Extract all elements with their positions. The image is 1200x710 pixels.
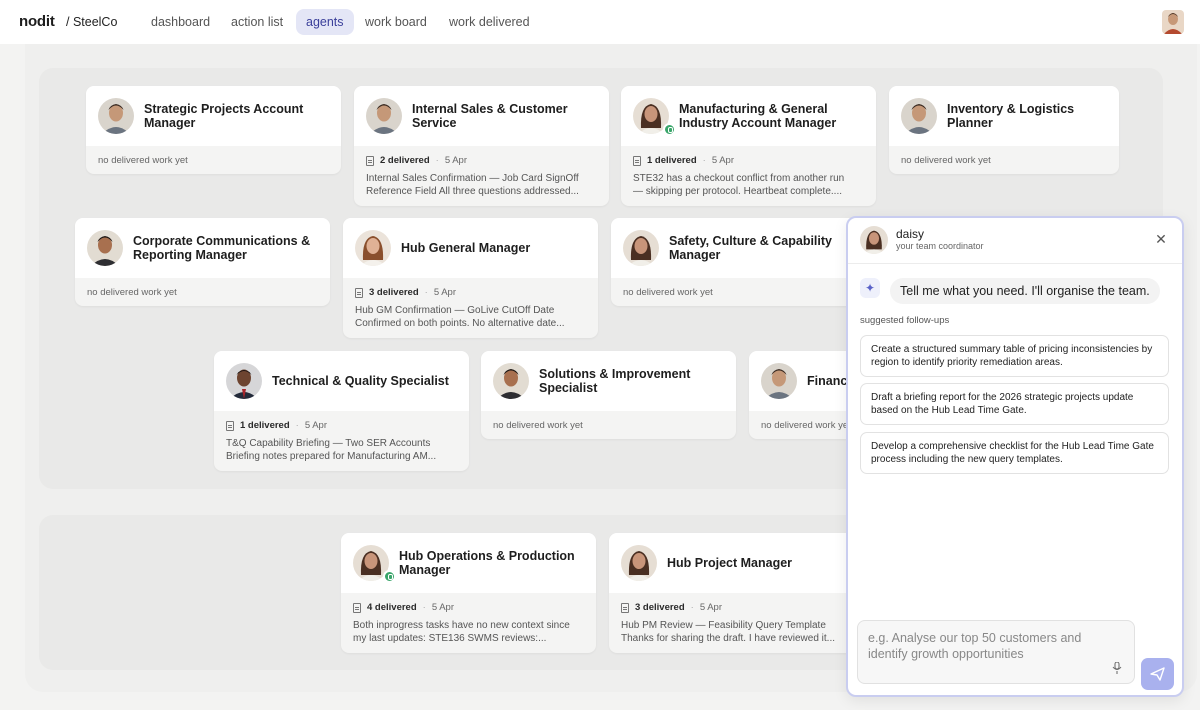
delivered-count: 4 delivered: [367, 602, 417, 613]
agent-name: Hub General Manager: [401, 241, 531, 255]
agent-name: Technical & Quality Specialist: [272, 374, 449, 388]
delivery-summary: Internal Sales Confirmation — Job Card S…: [366, 173, 579, 184]
agent-name: Hub Operations & Production Manager: [399, 549, 575, 577]
message-input[interactable]: [858, 621, 1134, 683]
top-nav: nodit / SteelCo dashboard action list ag…: [0, 0, 1200, 44]
user-avatar[interactable]: [1162, 10, 1184, 34]
delivery-summary: Reference Field All three questions addr…: [366, 186, 579, 197]
send-button[interactable]: [1141, 658, 1174, 690]
active-badge-icon: [383, 570, 396, 583]
empty-state: no delivered work yet: [493, 420, 583, 431]
agent-card[interactable]: Inventory & Logistics Planner no deliver…: [889, 86, 1119, 174]
agent-card[interactable]: Internal Sales & Customer Service 2 deli…: [354, 86, 609, 206]
sparkle-icon: ✦: [860, 278, 880, 298]
avatar: [761, 363, 797, 399]
delivered-count: 3 delivered: [369, 287, 419, 298]
active-badge-icon: [663, 123, 676, 136]
avatar: [493, 363, 529, 399]
agent-name: Corporate Communications & Reporting Man…: [133, 234, 311, 262]
tab-work-delivered[interactable]: work delivered: [439, 9, 540, 35]
org-name[interactable]: / SteelCo: [66, 15, 117, 29]
delivered-date: 5 Apr: [433, 287, 456, 298]
delivery-summary: STE32 has a checkout conflict from anoth…: [633, 173, 845, 184]
avatar: [366, 98, 402, 134]
agent-name: Solutions & Improvement Specialist: [539, 367, 691, 395]
empty-state: no delivered work yet: [623, 287, 713, 298]
tab-dashboard[interactable]: dashboard: [141, 9, 220, 35]
document-icon: [355, 287, 363, 298]
empty-state: no delivered work yet: [87, 287, 177, 298]
agent-card[interactable]: Manufacturing & General Industry Account…: [621, 86, 876, 206]
agent-name: Manufacturing & General Industry Account…: [679, 102, 837, 130]
delivered-count: 1 delivered: [240, 420, 290, 431]
followup-suggestion[interactable]: Draft a briefing report for the 2026 str…: [860, 383, 1169, 425]
delivery-summary: Confirmed on both points. No alternative…: [355, 318, 565, 329]
coordinator-role: your team coordinator: [896, 241, 984, 251]
delivery-summary: Briefing notes prepared for Manufacturin…: [226, 451, 437, 462]
delivery-summary: my last updates: STE136 SWMS reviews:...: [353, 633, 547, 644]
tab-agents[interactable]: agents: [296, 9, 354, 35]
document-icon: [633, 155, 641, 166]
delivered-count: 2 delivered: [380, 155, 430, 166]
assistant-message: Tell me what you need. I'll organise the…: [890, 278, 1160, 304]
empty-state: no delivered work yet: [98, 155, 188, 166]
tab-work-board[interactable]: work board: [355, 9, 437, 35]
avatar: [355, 230, 391, 266]
chat-header: daisy your team coordinator ✕: [848, 218, 1182, 264]
delivery-summary: Both inprogress tasks have no new contex…: [353, 620, 570, 631]
agent-card[interactable]: Hub Operations & Production Manager 4 de…: [341, 533, 596, 653]
agent-card[interactable]: Solutions & Improvement Specialist no de…: [481, 351, 736, 439]
delivery-summary: — skipping per protocol. Heartbeat compl…: [633, 186, 842, 197]
avatar: [621, 545, 657, 581]
agent-name: Internal Sales & Customer Service: [412, 102, 568, 130]
empty-state: no delivered work yet: [901, 155, 991, 166]
delivery-summary: Hub PM Review — Feasibility Query Templa…: [621, 620, 826, 631]
document-icon: [621, 602, 629, 613]
agent-card[interactable]: Hub Project Manager 3 delivered · 5 Apr Hu…: [609, 533, 864, 653]
avatar: [98, 98, 134, 134]
agent-card[interactable]: Corporate Communications & Reporting Man…: [75, 218, 330, 306]
delivery-summary: Hub GM Confirmation — GoLive CutOff Date: [355, 305, 555, 316]
followups-label: suggested follow-ups: [860, 315, 950, 326]
avatar: [901, 98, 937, 134]
agent-card[interactable]: Safety, Culture & Capability Manager no …: [611, 218, 866, 306]
microphone-icon[interactable]: [1112, 662, 1122, 674]
send-icon: [1150, 667, 1165, 681]
coordinator-avatar: [860, 226, 888, 254]
delivery-summary: T&Q Capability Briefing — Two SER Accoun…: [226, 438, 431, 449]
close-icon[interactable]: ✕: [1154, 232, 1168, 246]
message-composer: [857, 620, 1135, 684]
followup-suggestion[interactable]: Create a structured summary table of pri…: [860, 335, 1169, 377]
agent-card[interactable]: Technical & Quality Specialist 1 deliver…: [214, 351, 469, 471]
brand-logo[interactable]: nodit: [19, 13, 55, 30]
agent-name: Strategic Projects Account Manager: [144, 102, 304, 130]
agent-card[interactable]: Strategic Projects Account Manager no de…: [86, 86, 341, 174]
delivered-count: 1 delivered: [647, 155, 697, 166]
agent-card[interactable]: Hub General Manager 3 delivered · 5 Apr Hu…: [343, 218, 598, 338]
delivered-date: 5 Apr: [304, 420, 327, 431]
avatar: [623, 230, 659, 266]
tab-action-list[interactable]: action list: [221, 9, 293, 35]
agent-name: Inventory & Logistics Planner: [947, 102, 1075, 130]
avatar: [87, 230, 123, 266]
document-icon: [353, 602, 361, 613]
delivered-count: 3 delivered: [635, 602, 685, 613]
document-icon: [226, 420, 234, 431]
delivered-date: 5 Apr: [699, 602, 722, 613]
document-icon: [366, 155, 374, 166]
followup-suggestion[interactable]: Develop a comprehensive checklist for th…: [860, 432, 1169, 474]
delivery-summary: Thanks for sharing the draft. I have rev…: [621, 633, 835, 644]
delivered-date: 5 Apr: [711, 155, 734, 166]
avatar: [226, 363, 262, 399]
delivered-date: 5 Apr: [444, 155, 467, 166]
agent-name: Safety, Culture & Capability Manager: [669, 234, 832, 262]
coordinator-chat-panel: daisy your team coordinator ✕ ✦ Tell me …: [846, 216, 1184, 697]
agent-name: Hub Project Manager: [667, 556, 793, 570]
delivered-date: 5 Apr: [431, 602, 454, 613]
coordinator-name: daisy: [896, 227, 925, 241]
